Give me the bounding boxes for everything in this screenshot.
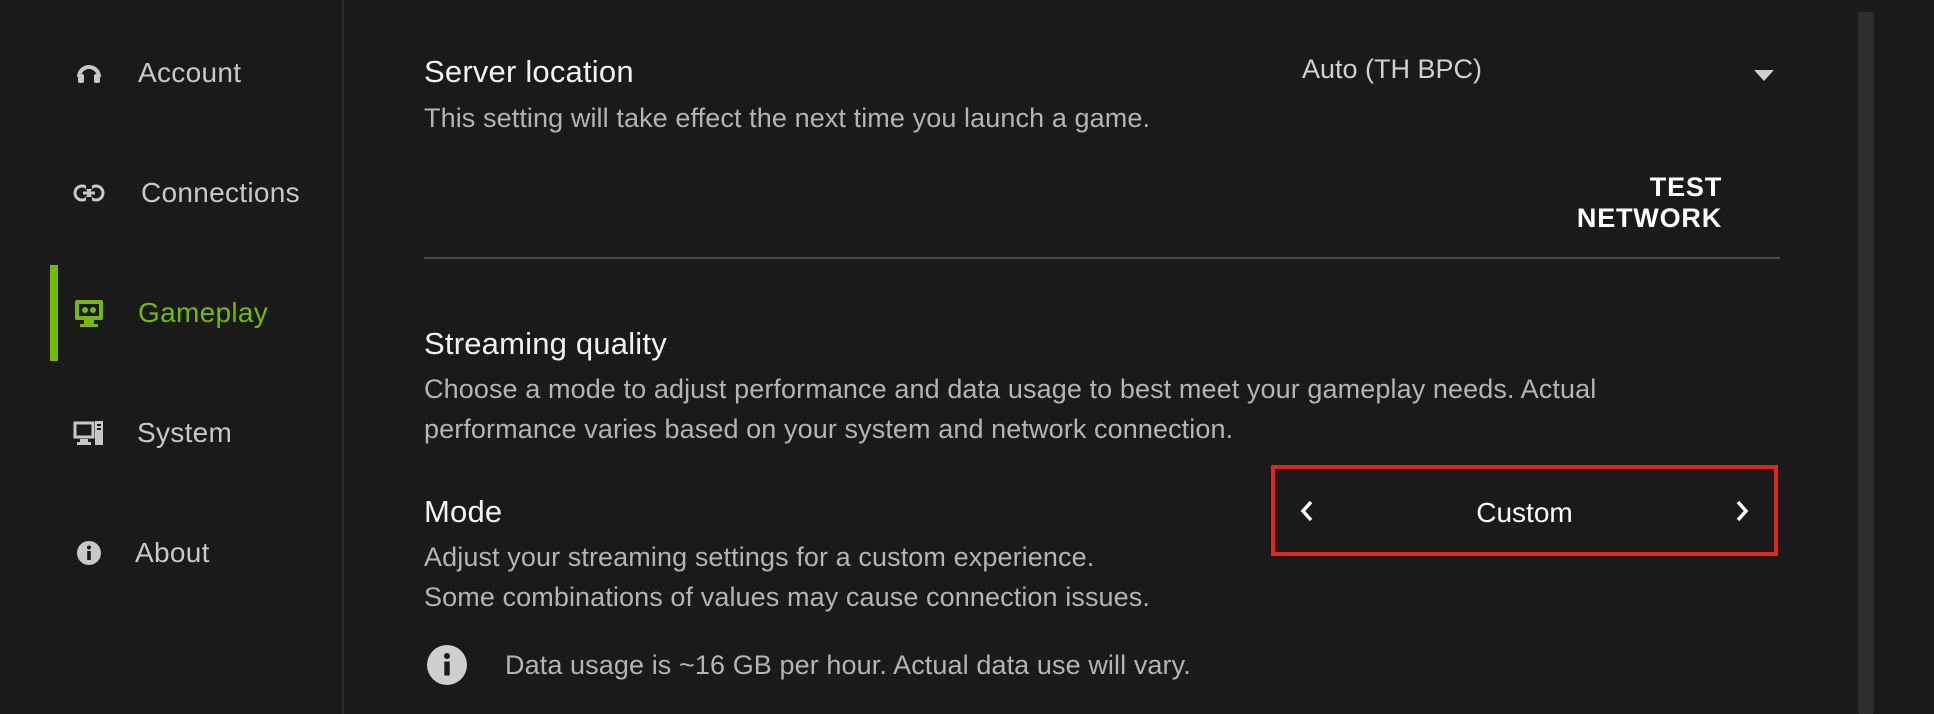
streaming-quality-description-line1: Choose a mode to adjust performance and … (424, 374, 1597, 404)
scrollbar[interactable] (1858, 12, 1874, 714)
sidebar-item-about[interactable]: About (0, 505, 342, 601)
sidebar-item-account[interactable]: Account (0, 25, 342, 121)
mode-value: Custom (1476, 497, 1573, 528)
mode-title: Mode (424, 494, 503, 529)
sidebar-item-label: System (137, 417, 233, 448)
monitor-gamepad-icon (72, 296, 106, 330)
server-location-select[interactable]: Auto (TH BPC) (1302, 54, 1482, 85)
streaming-quality-title: Streaming quality (424, 326, 667, 361)
sidebar-item-label: Connections (141, 177, 300, 208)
sidebar-item-connections[interactable]: Connections (0, 145, 342, 241)
streaming-quality-description-line2: performance varies based on your system … (424, 414, 1234, 444)
data-usage-text: Data usage is ~16 GB per hour. Actual da… (505, 650, 1191, 680)
active-indicator (50, 265, 58, 361)
info-icon (426, 644, 468, 686)
sidebar-item-gameplay[interactable]: Gameplay (0, 265, 342, 361)
mode-selector[interactable]: Custom (1271, 465, 1778, 556)
sidebar-item-label: Account (138, 57, 242, 88)
test-network-button[interactable]: TEST NETWORK (1542, 172, 1722, 234)
sidebar-item-system[interactable]: System (0, 385, 342, 481)
sidebar-item-label: About (135, 537, 210, 568)
desktop-tower-icon (72, 416, 106, 450)
settings-content: Server location This setting will take e… (342, 0, 1874, 714)
settings-sidebar: Account Connections Gameplay System Abou… (0, 0, 344, 714)
chevron-right-icon[interactable] (1724, 493, 1760, 529)
info-icon (72, 536, 106, 570)
mode-description-line2: Some combinations of values may cause co… (424, 582, 1150, 612)
sidebar-item-label: Gameplay (138, 297, 269, 328)
mode-description-line1: Adjust your streaming settings for a cus… (424, 542, 1095, 572)
server-location-title: Server location (424, 54, 634, 89)
chevron-down-icon[interactable] (1754, 70, 1774, 81)
section-divider (424, 257, 1780, 259)
link-icon (72, 176, 106, 210)
headset-icon (72, 56, 106, 90)
server-location-description: This setting will take effect the next t… (424, 103, 1151, 133)
